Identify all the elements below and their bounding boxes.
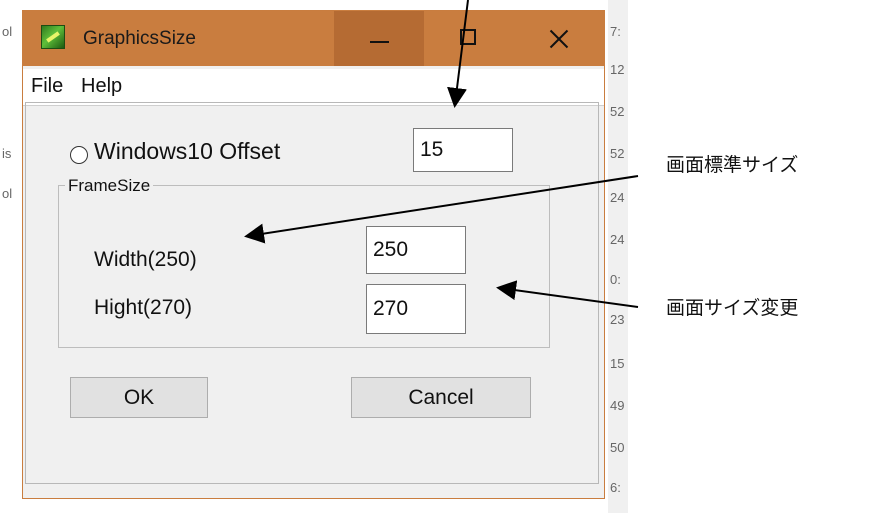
arrow-to-width-label <box>244 175 639 244</box>
annotation-arrows <box>244 0 639 308</box>
arrow-to-height-input <box>496 280 639 308</box>
arrow-to-offset <box>447 0 469 108</box>
annotation-size-change: 画面サイズ変更 <box>666 297 799 319</box>
annotation-standard-size: 画面標準サイズ <box>666 154 799 176</box>
